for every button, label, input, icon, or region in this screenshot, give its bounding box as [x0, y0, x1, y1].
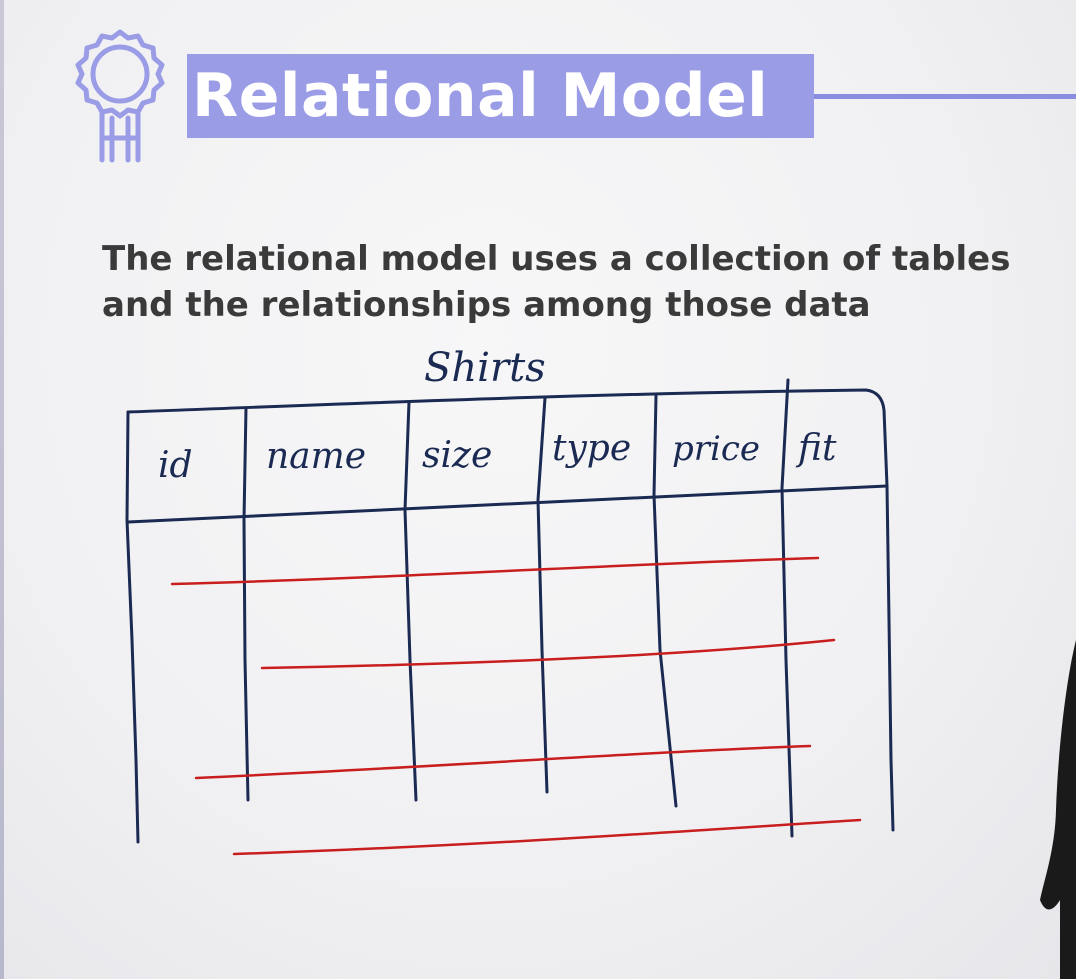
- table-left-border: [125, 410, 140, 844]
- table-top-border: [126, 388, 889, 488]
- column-divider-3: [536, 396, 549, 794]
- column-label-type: type: [552, 428, 631, 469]
- column-label-size: size: [422, 435, 492, 476]
- row-line-2: [260, 638, 836, 670]
- presenter-silhouette: [1040, 640, 1076, 979]
- column-divider-2: [403, 400, 418, 802]
- row-line-4: [232, 818, 862, 856]
- handdrawn-table-sketch: Shirts id name size type price fit: [125, 345, 895, 856]
- row-line-3: [194, 744, 812, 780]
- row-line-1: [170, 556, 820, 586]
- column-divider-5: [780, 378, 794, 838]
- column-label-id: id: [158, 445, 193, 486]
- column-label-price: price: [672, 429, 760, 469]
- column-label-fit: fit: [795, 428, 837, 469]
- table-name-label: Shirts: [424, 345, 546, 391]
- table-right-border: [885, 484, 895, 832]
- column-label-name: name: [266, 436, 366, 477]
- header-bottom-line: [126, 484, 889, 524]
- column-divider-1: [242, 406, 250, 802]
